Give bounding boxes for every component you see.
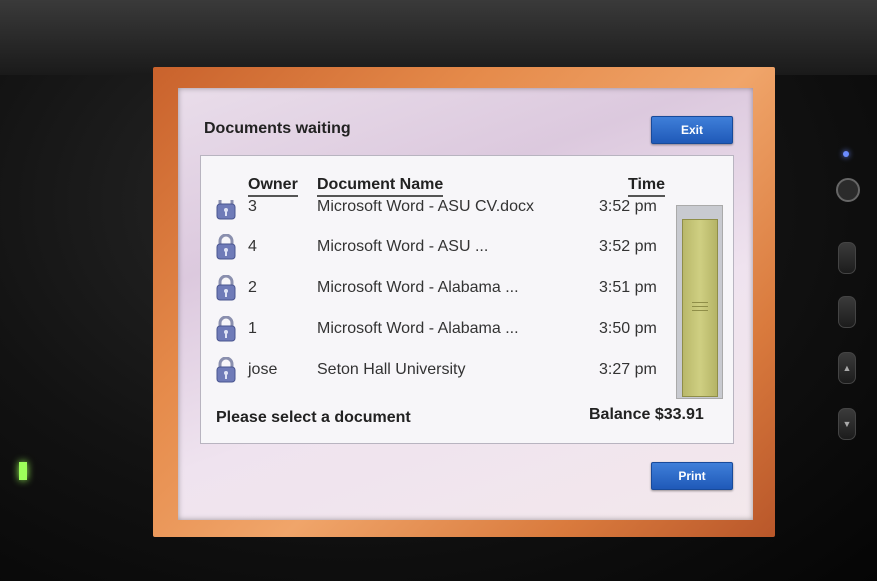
row-document-name: Microsoft Word - Alabama ...	[317, 279, 519, 296]
exit-button[interactable]: Exit	[651, 116, 733, 144]
row-document-name: Microsoft Word - ASU CV.docx	[317, 200, 534, 215]
table-row[interactable]: 4 Microsoft Word - ASU ... 3:52 pm	[201, 227, 671, 267]
hardware-button-down[interactable]: ▼	[838, 408, 856, 440]
hardware-button-up[interactable]: ▲	[838, 352, 856, 384]
device-top-edge	[0, 0, 877, 75]
row-owner: 3	[248, 200, 257, 215]
padlock-icon	[216, 357, 236, 383]
row-time: 3:52 pm	[599, 200, 657, 215]
column-header-owner[interactable]: Owner	[248, 176, 298, 197]
scrollbar-thumb[interactable]	[682, 219, 718, 397]
row-owner: 4	[248, 238, 257, 255]
column-header-document-name[interactable]: Document Name	[317, 176, 444, 197]
status-led-blue	[843, 151, 849, 157]
row-owner: 1	[248, 320, 257, 337]
table-row[interactable]: 1 Microsoft Word - Alabama ... 3:50 pm	[201, 309, 671, 349]
padlock-icon	[216, 234, 236, 260]
row-time: 3:50 pm	[599, 320, 657, 337]
power-button[interactable]	[836, 178, 860, 202]
row-time: 3:27 pm	[599, 361, 657, 378]
row-time: 3:52 pm	[599, 238, 657, 255]
padlock-icon	[216, 316, 236, 342]
row-owner: 2	[248, 279, 257, 296]
padlock-icon	[216, 275, 236, 301]
document-list: 3 Microsoft Word - ASU CV.docx 3:52 pm 4…	[201, 200, 671, 398]
table-row[interactable]: jose Seton Hall University 3:27 pm	[201, 350, 671, 390]
row-document-name: Seton Hall University	[317, 361, 466, 378]
print-release-screen: Documents waiting Exit Owner Document Na…	[178, 88, 753, 520]
status-led-green	[19, 462, 27, 480]
table-row[interactable]: 2 Microsoft Word - Alabama ... 3:51 pm	[201, 268, 671, 308]
row-document-name: Microsoft Word - ASU ...	[317, 238, 489, 255]
scroll-grip-line	[692, 302, 708, 303]
column-header-time[interactable]: Time	[628, 176, 666, 197]
table-row[interactable]: 3 Microsoft Word - ASU CV.docx 3:52 pm	[201, 200, 671, 227]
hardware-button-2[interactable]	[838, 296, 856, 328]
hardware-button-1[interactable]	[838, 242, 856, 274]
row-time: 3:51 pm	[599, 279, 657, 296]
row-document-name: Microsoft Word - Alabama ...	[317, 320, 519, 337]
document-list-panel: Owner Document Name Time 3 Microsoft Wor…	[200, 155, 734, 444]
page-title: Documents waiting	[204, 120, 351, 137]
status-message: Please select a document	[216, 409, 411, 426]
row-owner: jose	[248, 361, 278, 378]
list-scrollbar[interactable]	[676, 205, 723, 399]
print-button[interactable]: Print	[651, 462, 733, 490]
scroll-grip-line	[692, 306, 708, 307]
scroll-grip-line	[692, 310, 708, 311]
account-balance: Balance $33.91	[589, 406, 704, 423]
padlock-icon	[216, 200, 236, 220]
